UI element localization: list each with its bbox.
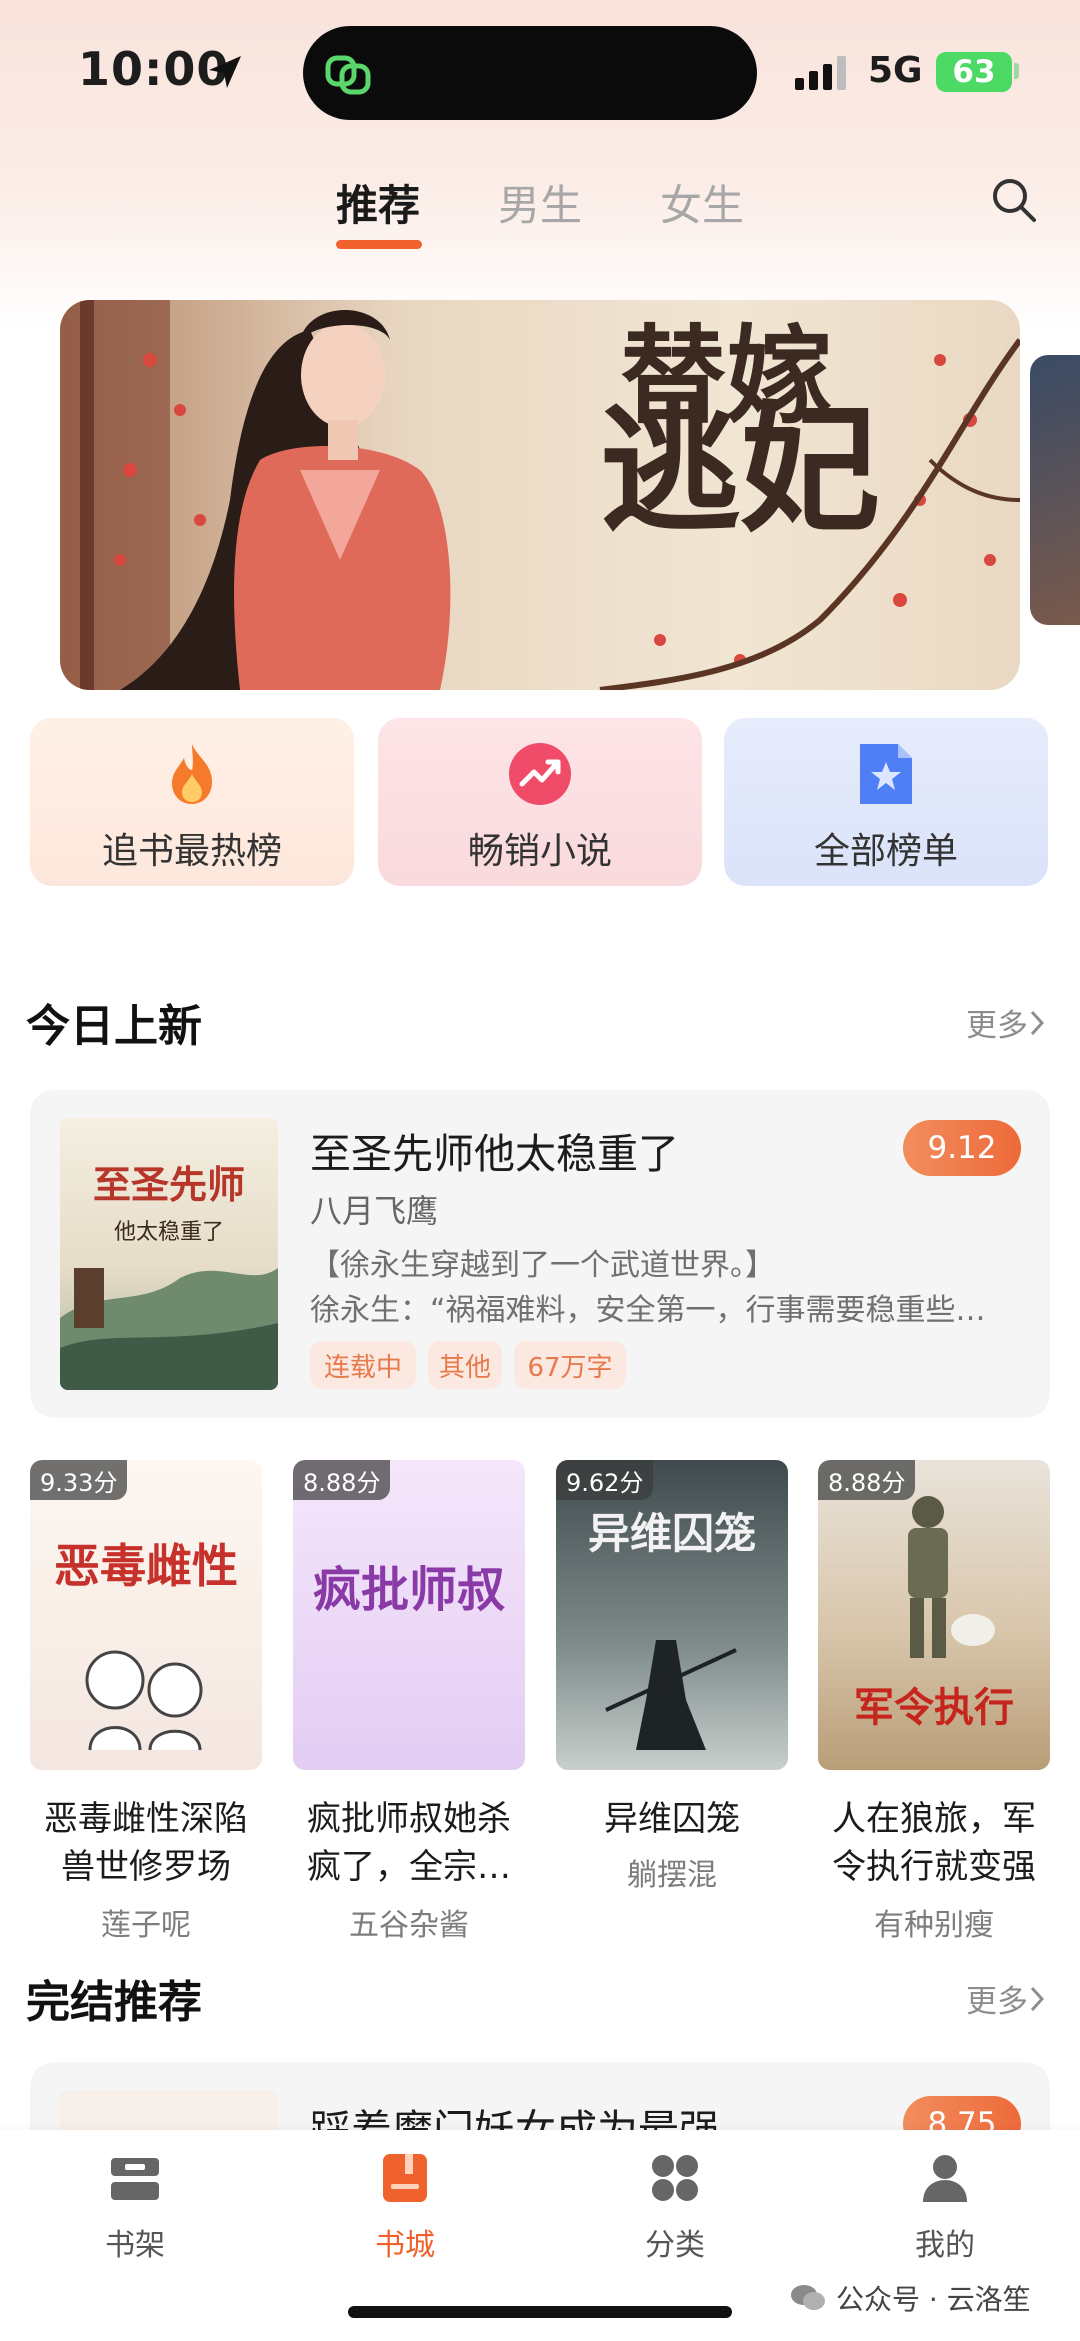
section-title-new-today: 今日上新 [26, 1001, 202, 1052]
home-indicator[interactable] [348, 2306, 732, 2318]
book-title-line2: 令执行就变强 [832, 1847, 1036, 1887]
book-cover-4[interactable]: 军令执行 8.88分 [818, 1460, 1050, 1770]
cover-subtitle: 他太稳重了 [113, 1220, 224, 1245]
featured-book-author: 八月飞鹰 [310, 1192, 439, 1230]
nav-category[interactable]: 分类 [590, 2140, 760, 2270]
bestseller-card[interactable]: 畅销小说 [378, 718, 702, 886]
book-title-4[interactable]: 人在狼旅，军 令执行就变强 [818, 1795, 1050, 1891]
featured-score-badge: 9.12 [903, 1120, 1021, 1176]
network-type: 5G [868, 50, 923, 91]
cover-text: 恶毒雌性 [54, 1539, 238, 1593]
nav-label: 我的 [915, 2228, 975, 2263]
book-title-3[interactable]: 异维囚笼 [556, 1795, 788, 1843]
all-rankings-card[interactable]: 全部榜单 [724, 718, 1048, 886]
trending-icon [509, 743, 571, 805]
featured-book-desc-line1: 【徐永生穿越到了一个武道世界。】 [310, 1248, 775, 1283]
more-label: 更多 [966, 1984, 1028, 2020]
book-title-1[interactable]: 恶毒雌性深陷 兽世修罗场 [30, 1795, 262, 1891]
book-author-3: 躺摆混 [627, 1858, 717, 1893]
book-author-1: 莲子呢 [101, 1908, 191, 1943]
tab-female[interactable]: 女生 [660, 172, 744, 233]
nav-label: 分类 [645, 2228, 705, 2263]
nav-label: 书架 [105, 2228, 165, 2263]
chevron-right-icon [1030, 1010, 1045, 1035]
signal-icon [795, 56, 846, 90]
book-title-2[interactable]: 疯批师叔她杀 疯了，全宗… [293, 1795, 525, 1891]
book-cover-1[interactable]: 恶毒雌性 9.33分 [30, 1460, 262, 1770]
bookstore-icon [383, 2154, 427, 2202]
book-author-4: 有种别瘦 [874, 1908, 994, 1943]
book-title-line1: 人在狼旅，军 [832, 1799, 1036, 1839]
cover-title: 至圣先师 [92, 1162, 245, 1207]
nav-label: 书城 [375, 2228, 435, 2263]
book-title-line2: 疯了，全宗… [307, 1847, 511, 1887]
book-score-badge: 9.62分 [556, 1460, 654, 1500]
banner-prev-peek[interactable] [0, 355, 58, 625]
tab-recommended[interactable]: 推荐 [336, 172, 420, 233]
app-activity-icon [325, 55, 371, 95]
location-arrow-icon [209, 56, 241, 88]
status-tag: 连载中 [310, 1341, 416, 1389]
book-score-badge: 9.33分 [30, 1460, 128, 1500]
cover-text: 异维囚笼 [587, 1509, 756, 1558]
hot-chase-list-label: 追书最热榜 [101, 831, 282, 872]
more-link-completed[interactable]: 更多 [966, 1976, 1046, 2021]
featured-book-title: 至圣先师他太稳重了 [310, 1130, 679, 1178]
all-rankings-label: 全部榜单 [813, 831, 958, 872]
battery-tip [1014, 63, 1019, 79]
chevron-right-icon [1030, 1986, 1045, 2011]
search-icon[interactable] [990, 176, 1038, 224]
profile-icon [923, 2155, 967, 2202]
bestseller-label: 畅销小说 [467, 831, 612, 872]
watermark: 公众号 · 云洛笙 [790, 2278, 1031, 2318]
cover-text: 疯批师叔 [312, 1562, 505, 1618]
book-title-line1: 异维囚笼 [604, 1799, 740, 1839]
wechat-icon [791, 2285, 825, 2310]
featured-book-cover[interactable]: 至圣先师 他太稳重了 [60, 1118, 278, 1390]
nav-bookshelf[interactable]: 书架 [50, 2140, 220, 2270]
featured-book-desc-line2: 徐永生：“祸福难料，安全第一，行事需要稳重些… [310, 1293, 986, 1328]
book-title-line2: 兽世修罗场 [61, 1847, 231, 1887]
cover-soldier [908, 1496, 995, 1658]
hot-chase-list-card[interactable]: 追书最热榜 [30, 718, 354, 886]
book-title-line1: 疯批师叔她杀 [307, 1799, 511, 1839]
book-author-2: 五谷杂酱 [349, 1908, 469, 1943]
book-score-badge: 8.88分 [818, 1460, 916, 1500]
tab-male[interactable]: 男生 [498, 172, 582, 233]
book-title-line1: 恶毒雌性深陷 [44, 1799, 248, 1839]
bookshelf-icon [111, 2158, 159, 2200]
cover-doodle [85, 1650, 203, 1750]
battery-indicator: 63 [936, 52, 1012, 92]
nav-profile[interactable]: 我的 [860, 2140, 1030, 2270]
genre-tag: 其他 [428, 1341, 502, 1389]
category-icon [652, 2155, 698, 2201]
watermark-text: 公众号 · 云洛笙 [836, 2283, 1031, 2316]
banner-next-peek[interactable] [1030, 355, 1080, 625]
more-link-new-today[interactable]: 更多 [966, 1000, 1046, 1045]
cover-text: 军令执行 [854, 1685, 1014, 1731]
flame-icon [172, 744, 212, 804]
more-label: 更多 [966, 1008, 1028, 1044]
banner-title-line2: 逃妃 [600, 388, 881, 552]
nav-bookstore[interactable]: 书城 [320, 2140, 490, 2270]
book-score-badge: 8.88分 [293, 1460, 391, 1500]
cover-figure [605, 1640, 737, 1750]
tab-underline [336, 240, 422, 249]
book-cover-3[interactable]: 异维囚笼 9.62分 [556, 1460, 788, 1770]
star-doc-icon [860, 744, 912, 804]
section-title-completed: 完结推荐 [26, 1977, 202, 2028]
wordcount-tag: 67万字 [514, 1341, 626, 1389]
book-cover-2[interactable]: 疯批师叔 8.88分 [293, 1460, 525, 1770]
